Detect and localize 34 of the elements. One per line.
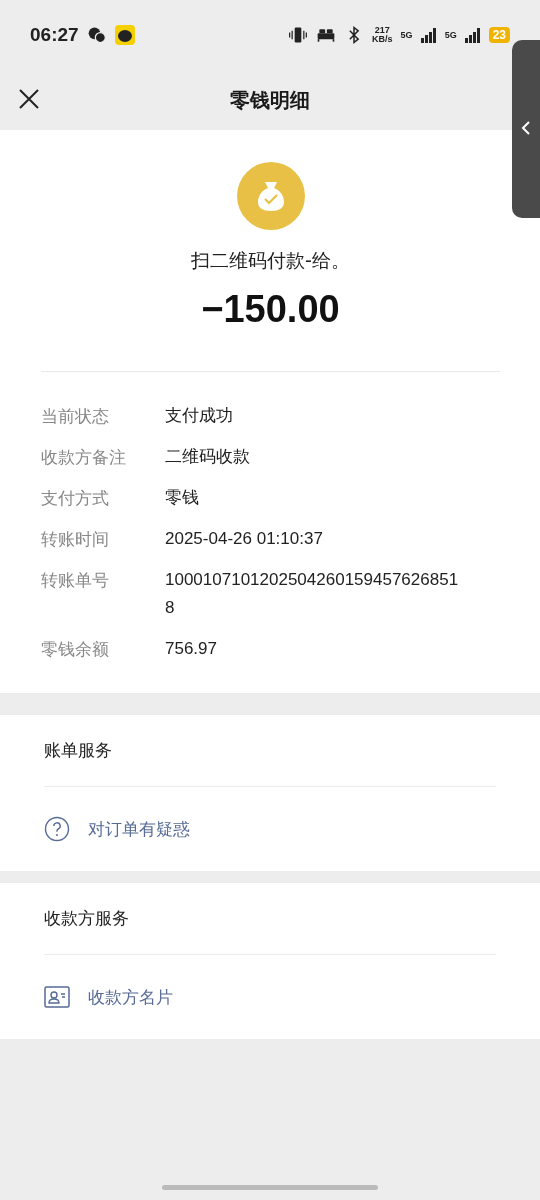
detail-label: 当前状态 — [41, 405, 110, 428]
sim-label: 5G — [400, 30, 413, 40]
contact-card-icon — [44, 986, 70, 1008]
detail-value: 支付成功 — [165, 405, 234, 427]
detail-label: 收款方备注 — [41, 446, 127, 469]
app-icon — [114, 25, 135, 45]
chat-app-icon — [86, 25, 107, 45]
signal-icon — [464, 27, 481, 43]
payment-description: 扫二维码付款-给。 — [191, 248, 350, 273]
help-icon — [44, 816, 70, 842]
detail-value: 10001071012025042601594576268518 — [165, 569, 460, 619]
detail-label: 支付方式 — [41, 487, 110, 510]
section-title: 账单服务 — [44, 715, 496, 787]
service-link[interactable]: 收款方名片 — [44, 955, 496, 1039]
side-panel-handle[interactable] — [512, 40, 540, 218]
service-link[interactable]: 对订单有疑惑 — [44, 787, 496, 871]
detail-label: 转账时间 — [41, 528, 110, 551]
detail-value: 二维码收款 — [165, 446, 251, 468]
detail-label: 转账单号 — [41, 569, 110, 592]
detail-value: 零钱 — [165, 487, 200, 509]
detail-value: 2025-04-26 01:10:37 — [165, 528, 324, 550]
network-speed: 217 KB/s — [372, 26, 393, 44]
battery-level: 23 — [488, 27, 510, 43]
payment-amount: −150.00 — [201, 288, 340, 331]
section-title: 收款方服务 — [44, 883, 496, 955]
detail-label: 零钱余额 — [41, 638, 110, 661]
signal-icon — [420, 27, 437, 43]
money-bag-icon — [236, 162, 305, 230]
home-indicator[interactable] — [162, 1185, 378, 1190]
vibrate-icon — [288, 25, 309, 45]
page-title: 零钱明细 — [230, 86, 310, 114]
detail-value: 756.97 — [165, 638, 218, 660]
sim-label: 5G — [444, 30, 457, 40]
status-time: 06:27 — [30, 24, 79, 46]
